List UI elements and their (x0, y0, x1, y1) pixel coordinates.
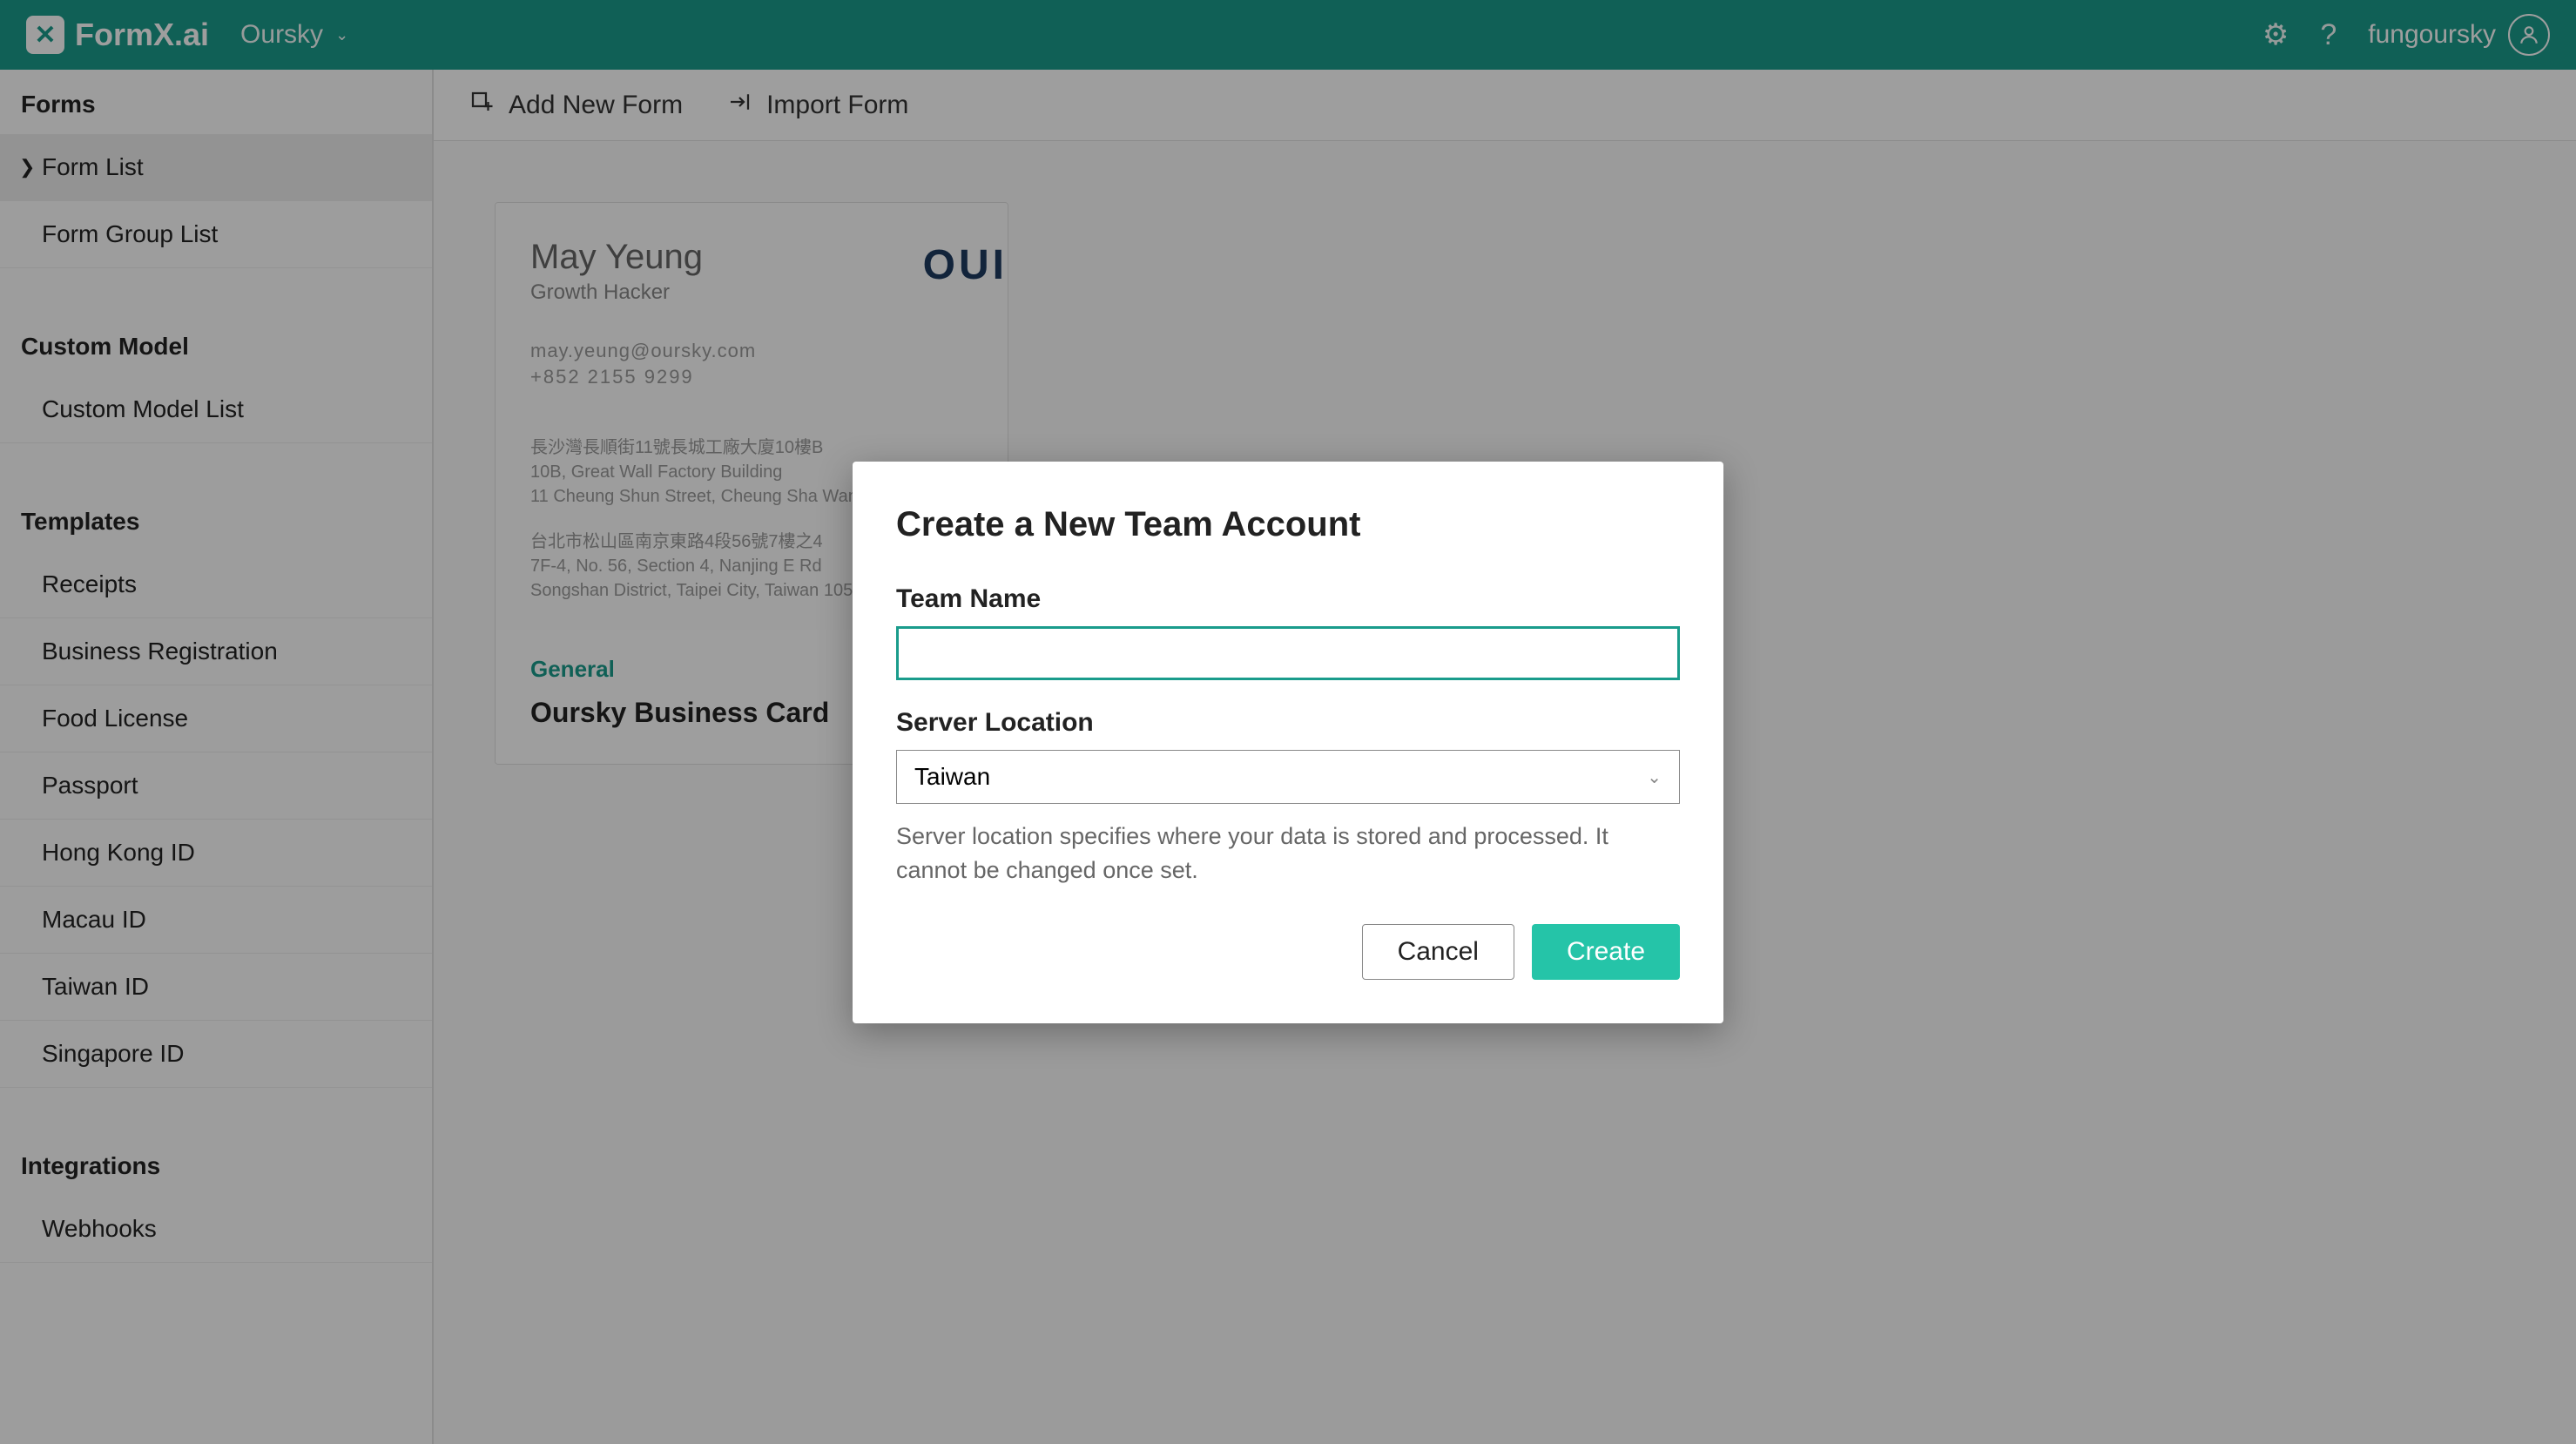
server-location-help: Server location specifies where your dat… (896, 820, 1680, 887)
server-location-label: Server Location (896, 708, 1680, 738)
modal-title: Create a New Team Account (896, 505, 1680, 544)
create-button[interactable]: Create (1532, 924, 1680, 980)
team-name-label: Team Name (896, 584, 1680, 614)
chevron-down-icon: ⌄ (1647, 766, 1662, 788)
modal-overlay[interactable]: Create a New Team Account Team Name Serv… (0, 0, 2576, 1444)
team-name-input[interactable] (896, 626, 1680, 680)
server-location-value: Taiwan (914, 763, 990, 791)
server-location-select[interactable]: Taiwan ⌄ (896, 750, 1680, 804)
cancel-button[interactable]: Cancel (1362, 924, 1514, 980)
modal-actions: Cancel Create (896, 924, 1680, 980)
create-team-modal: Create a New Team Account Team Name Serv… (853, 462, 1723, 1023)
